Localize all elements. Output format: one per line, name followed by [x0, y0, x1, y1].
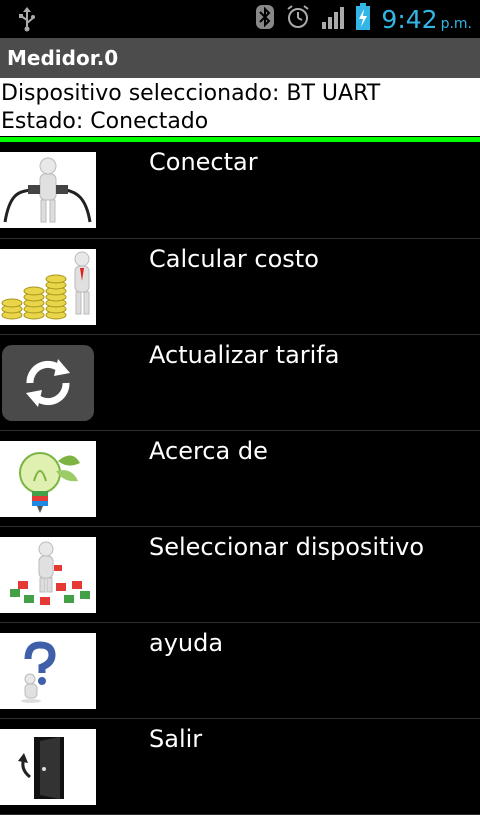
alarm-icon [285, 4, 311, 34]
menu-item-label: Acerca de [149, 437, 268, 465]
app-title-bar: Medidor.0 [0, 38, 480, 78]
main-menu-list: Conectar Calcular costo Actualizar tarif… [0, 142, 480, 815]
selected-device-text: Dispositivo seleccionado: BT UART [1, 81, 381, 106]
puzzle-select-icon [0, 537, 96, 613]
battery-charging-icon [355, 3, 371, 35]
menu-item-label: Seleccionar dispositivo [149, 533, 425, 561]
menu-item-salir[interactable]: Salir [0, 719, 480, 815]
menu-item-label: Actualizar tarifa [149, 341, 340, 369]
clock: 9:42 p.m. [381, 5, 472, 34]
clock-time: 9:42 [381, 4, 438, 34]
menu-item-label: Salir [149, 725, 203, 753]
menu-item-label: Calcular costo [149, 245, 319, 273]
menu-item-calcular-costo[interactable]: Calcular costo [0, 239, 480, 335]
menu-item-actualizar-tarifa[interactable]: Actualizar tarifa [0, 335, 480, 431]
menu-item-acerca-de[interactable]: Acerca de [0, 431, 480, 527]
status-bar: 9:42 p.m. [0, 0, 480, 38]
refresh-icon [0, 345, 96, 421]
plug-connect-icon [0, 152, 96, 228]
app-title: Medidor.0 [7, 46, 119, 70]
exit-door-icon [0, 729, 96, 805]
menu-item-ayuda[interactable]: ayuda [0, 623, 480, 719]
help-question-icon [0, 633, 96, 709]
coins-cost-icon [0, 249, 96, 325]
bluetooth-icon [255, 4, 275, 34]
connection-info-panel: Dispositivo seleccionado: BT UART Estado… [0, 78, 480, 136]
connection-state-text: Estado: Conectado [1, 109, 209, 134]
menu-item-seleccionar-dispositivo[interactable]: Seleccionar dispositivo [0, 527, 480, 623]
menu-item-label: ayuda [149, 629, 224, 657]
menu-item-conectar[interactable]: Conectar [0, 142, 480, 239]
menu-item-label: Conectar [149, 148, 258, 176]
usb-icon [16, 6, 38, 36]
eco-bulb-icon [0, 441, 96, 517]
signal-icon [321, 4, 345, 34]
clock-ampm: p.m. [440, 15, 472, 32]
